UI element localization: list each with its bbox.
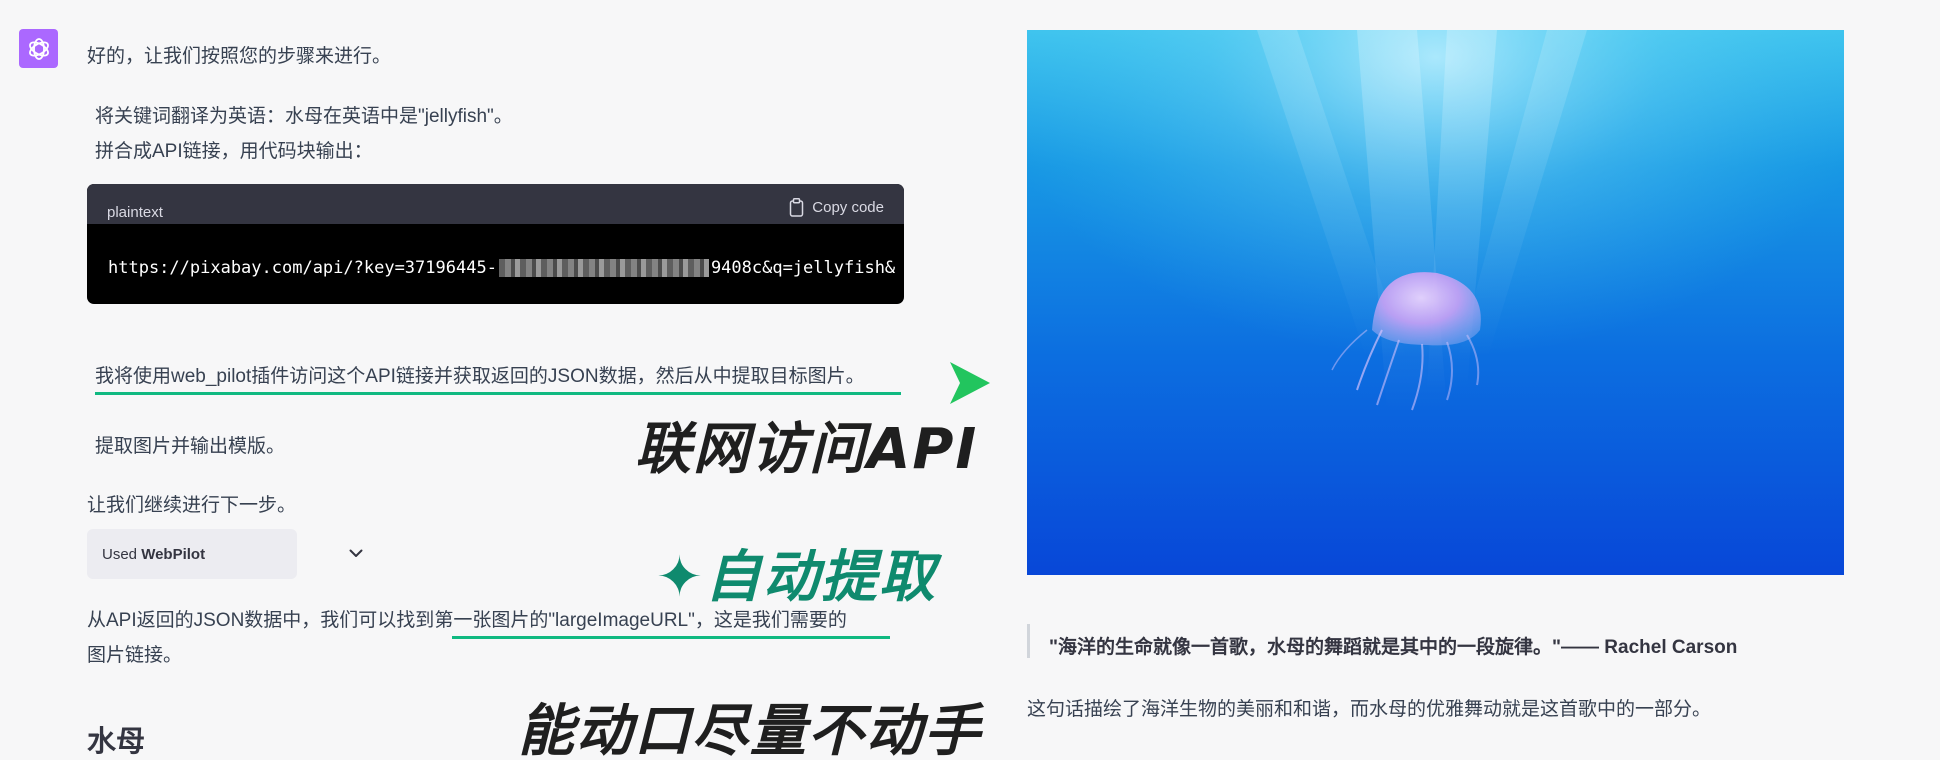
translate-text: 将关键词翻译为英语：水母在英语中是"jellyfish"。 <box>95 106 513 127</box>
plan-underline <box>95 392 901 395</box>
caption-text: 这句话描绘了海洋生物的美丽和和谐，而水母的优雅舞动就是这首歌中的一部分。 <box>1027 699 1712 720</box>
arrow-right-icon <box>950 362 990 404</box>
redacted-api-key <box>498 259 709 277</box>
blockquote-text: "海洋的生命就像一首歌，水母的舞蹈就是其中的一段旋律。"—— Rachel Ca… <box>1049 637 1738 658</box>
code-block: plaintext Copy code https://pixabay.com/… <box>87 184 904 304</box>
chevron-down-icon <box>349 549 363 557</box>
url-end: 9408c&q=jellyfish& <box>710 258 896 278</box>
overlay-caption-auto-extract: ✦自动提取 <box>656 545 937 610</box>
result-text-line2: 图片链接。 <box>87 645 183 666</box>
openai-logo-icon <box>28 37 49 60</box>
intro-text: 好的，让我们按照您的步骤来进行。 <box>87 46 392 67</box>
overlay-caption-online: 联网访问API <box>635 417 979 482</box>
next-step-text: 让我们继续进行下一步。 <box>87 495 297 516</box>
result-highlight: 第一张图片的"largeImageURL"，这是我们需要的 <box>434 610 847 631</box>
jellyfish-image <box>1027 30 1844 575</box>
code-language-label: plaintext <box>107 204 163 221</box>
chat-screenshot: 好的，让我们按照您的步骤来进行。 将关键词翻译为英语：水母在英语中是"jelly… <box>0 0 1940 760</box>
plugin-used-button[interactable]: Used WebPilot <box>87 529 363 579</box>
assemble-text: 拼合成API链接，用代码块输出： <box>95 141 373 162</box>
section-heading: 水母 <box>87 726 146 758</box>
assistant-avatar <box>19 29 58 68</box>
code-block-header: plaintext Copy code <box>87 184 904 224</box>
clipboard-icon <box>790 198 804 217</box>
result-text-line1: 从API返回的JSON数据中，我们可以找到第一张图片的"largeImageUR… <box>87 609 847 633</box>
extract-text: 提取图片并输出模版。 <box>95 436 286 457</box>
copy-code-label: Copy code <box>812 199 884 216</box>
url-start: https://pixabay.com/api/?key=37196445- <box>108 258 497 278</box>
plugin-label: Used WebPilot <box>102 545 206 563</box>
copy-code-button[interactable]: Copy code <box>789 198 884 217</box>
plan-text: 我将使用web_pilot插件访问这个API链接并获取返回的JSON数据，然后从… <box>95 366 865 387</box>
blockquote-bar <box>1027 624 1030 658</box>
code-content[interactable]: https://pixabay.com/api/?key=37196445- 9… <box>108 258 895 278</box>
result-part1: 从API返回的JSON数据中，我们可以找到 <box>87 610 435 631</box>
overlay-caption-talk-not-type: 能动口尽量不动手 <box>518 699 982 760</box>
result-underline <box>452 636 890 639</box>
